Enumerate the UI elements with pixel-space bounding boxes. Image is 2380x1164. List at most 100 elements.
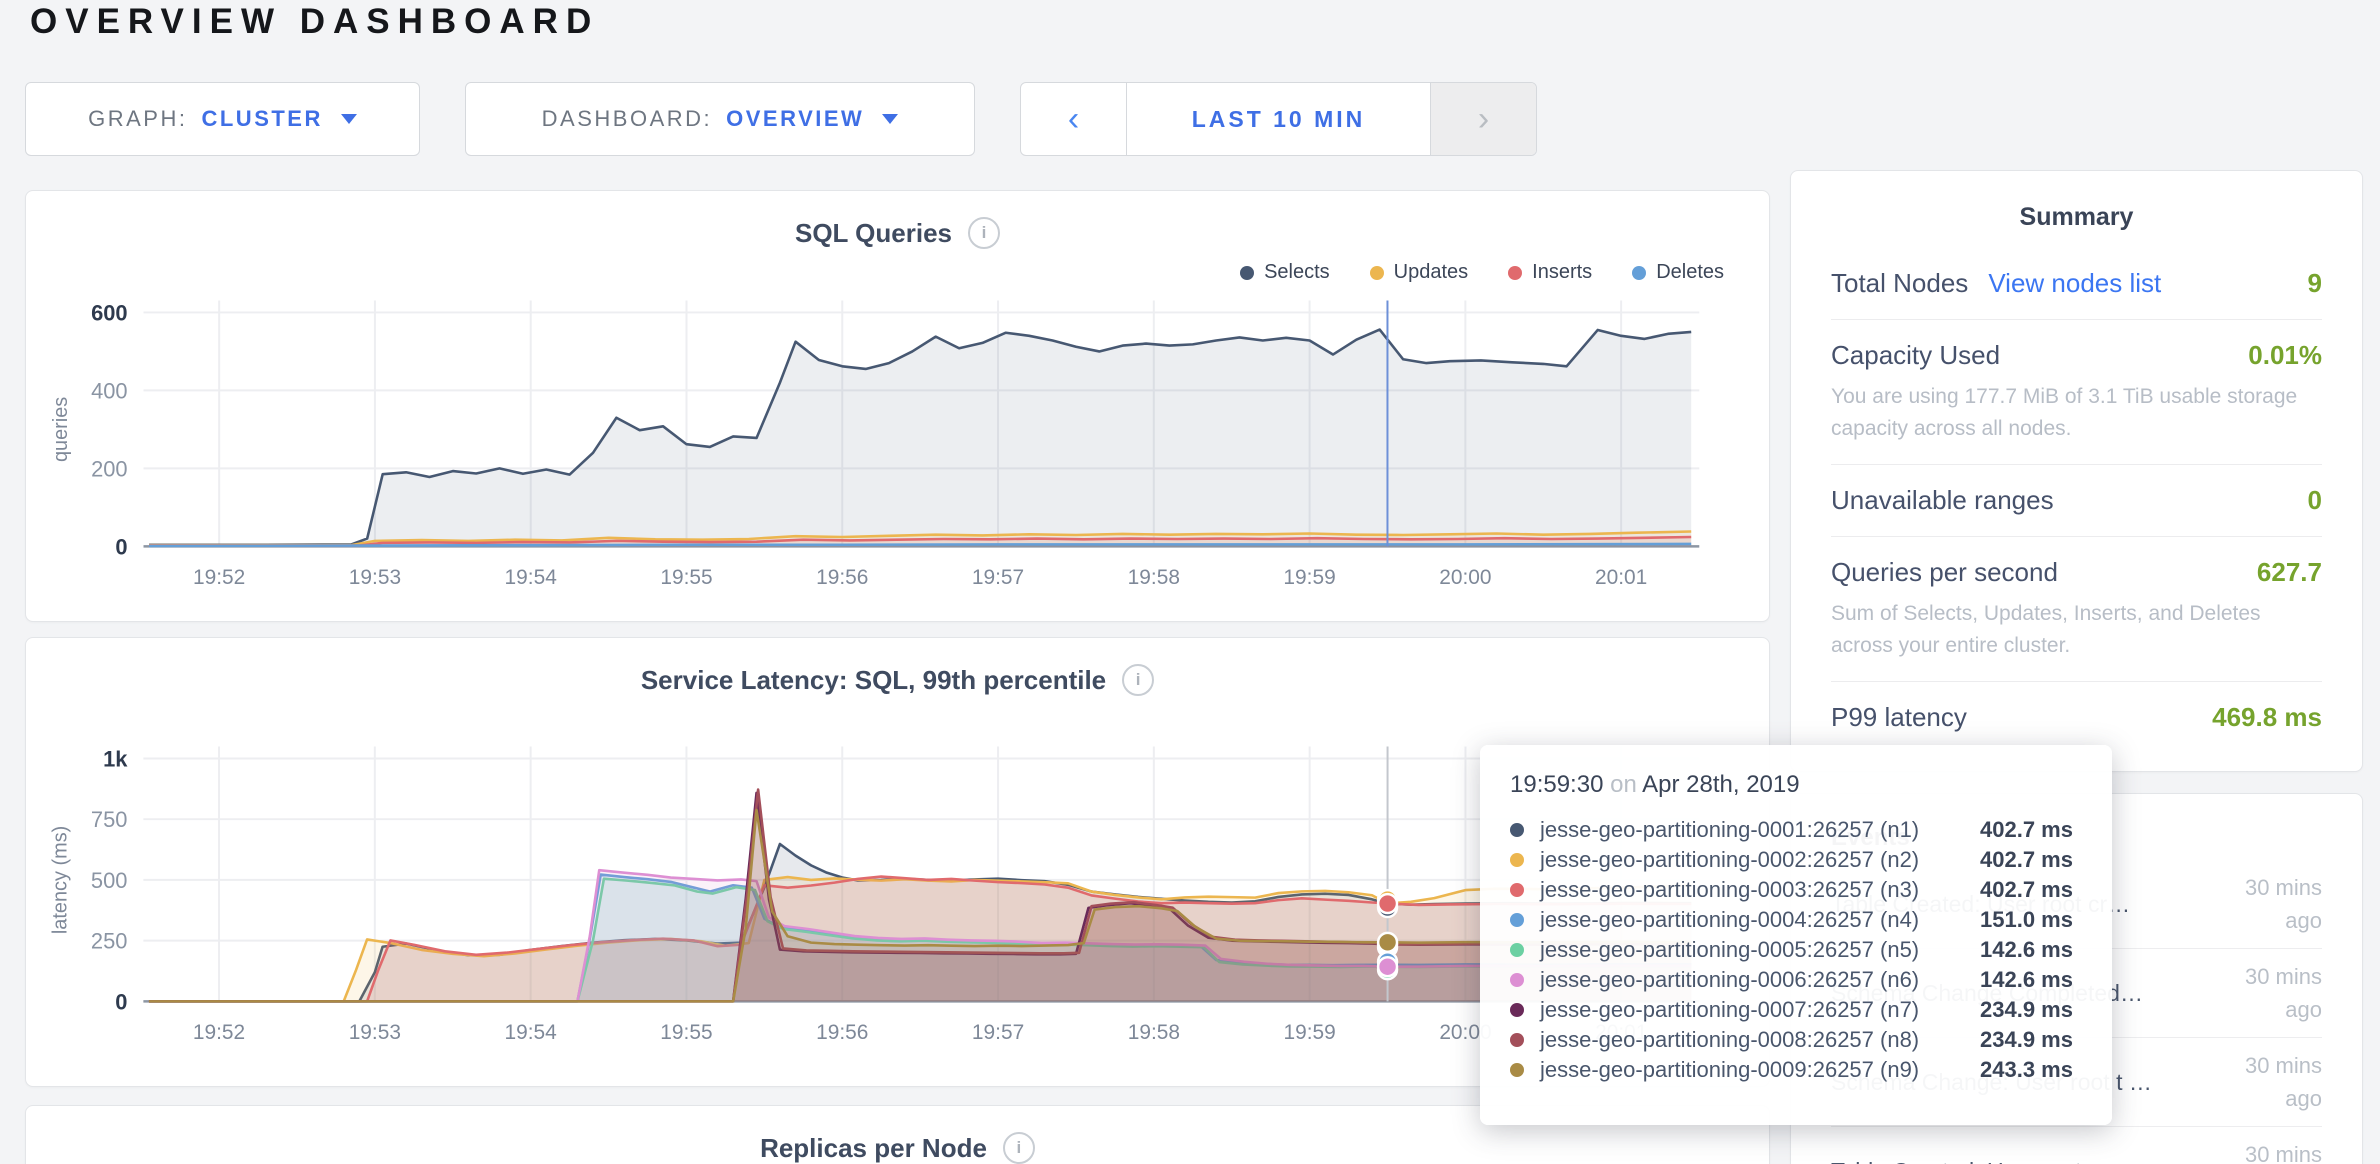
time-range-next-button[interactable]: › <box>1430 83 1536 155</box>
tooltip-time: 19:59:30 <box>1510 771 1603 798</box>
tooltip-node-name: jesse-geo-partitioning-0004:26257 (n4) <box>1540 907 1980 933</box>
time-range-selector: ‹ LAST 10 MIN › <box>1020 82 1537 156</box>
series-dot-icon <box>1510 973 1524 987</box>
qps-label: Queries per second <box>1831 557 2058 588</box>
graph-dropdown[interactable]: GRAPH: CLUSTER <box>25 82 420 156</box>
svg-text:19:57: 19:57 <box>972 1021 1024 1044</box>
svg-text:19:59: 19:59 <box>1283 566 1335 589</box>
tooltip-node-value: 142.6 ms <box>1980 967 2073 993</box>
series-dot-icon <box>1510 883 1524 897</box>
unavailable-ranges-label: Unavailable ranges <box>1831 485 2054 516</box>
info-icon[interactable]: i <box>1003 1132 1035 1164</box>
tooltip-row: jesse-geo-partitioning-0002:26257 (n2)40… <box>1510 845 2082 875</box>
svg-text:20:01: 20:01 <box>1595 566 1647 589</box>
sql-queries-card: SQL Queries i Selects Updates Inserts De… <box>25 190 1770 622</box>
svg-text:19:52: 19:52 <box>193 566 245 589</box>
svg-text:750: 750 <box>91 807 128 832</box>
p99-latency-value: 469.8 ms <box>2212 702 2322 733</box>
tooltip-node-name: jesse-geo-partitioning-0002:26257 (n2) <box>1540 847 1980 873</box>
tooltip-node-value: 234.9 ms <box>1980 1027 2073 1053</box>
svg-text:19:53: 19:53 <box>349 1021 401 1044</box>
tooltip-on: on <box>1610 771 1642 798</box>
tooltip-node-value: 243.3 ms <box>1980 1057 2073 1083</box>
tooltip-node-value: 151.0 ms <box>1980 907 2073 933</box>
chevron-down-icon <box>882 114 898 124</box>
svg-text:19:56: 19:56 <box>816 566 868 589</box>
capacity-label: Capacity Used <box>1831 340 2000 371</box>
svg-text:19:53: 19:53 <box>349 566 401 589</box>
qps-value: 627.7 <box>2257 557 2322 588</box>
svg-text:queries: queries <box>50 397 72 462</box>
svg-text:19:54: 19:54 <box>504 1021 556 1044</box>
graph-dropdown-label: GRAPH: <box>88 106 187 132</box>
svg-text:1k: 1k <box>103 746 128 771</box>
svg-text:19:58: 19:58 <box>1128 1021 1180 1044</box>
tooltip-node-name: jesse-geo-partitioning-0009:26257 (n9) <box>1540 1057 1980 1083</box>
time-range-value[interactable]: LAST 10 MIN <box>1127 83 1430 155</box>
tooltip-node-name: jesse-geo-partitioning-0005:26257 (n5) <box>1540 937 1980 963</box>
tooltip-node-value: 402.7 ms <box>1980 847 2073 873</box>
tooltip-row: jesse-geo-partitioning-0009:26257 (n9)24… <box>1510 1055 2082 1085</box>
event-text: Table Created: User root cr… <box>1831 1158 2204 1164</box>
page-title: OVERVIEW DASHBOARD <box>30 2 599 42</box>
tooltip-node-value: 402.7 ms <box>1980 817 2073 843</box>
tooltip-node-value: 234.9 ms <box>1980 997 2073 1023</box>
event-time: 30 mins ago <box>2204 960 2322 1026</box>
svg-text:400: 400 <box>91 378 128 403</box>
time-range-prev-button[interactable]: ‹ <box>1021 83 1127 155</box>
chart-tooltip: 19:59:30 on Apr 28th, 2019 jesse-geo-par… <box>1480 745 2112 1125</box>
series-dot-icon <box>1510 853 1524 867</box>
tooltip-node-name: jesse-geo-partitioning-0003:26257 (n3) <box>1540 877 1980 903</box>
dashboard-dropdown-value: OVERVIEW <box>726 106 864 132</box>
tooltip-header: 19:59:30 on Apr 28th, 2019 <box>1510 771 2082 799</box>
tooltip-node-name: jesse-geo-partitioning-0001:26257 (n1) <box>1540 817 1980 843</box>
series-dot-icon <box>1510 1033 1524 1047</box>
summary-row-qps: Queries per second 627.7 Sum of Selects,… <box>1831 536 2322 681</box>
event-time: 30 mins ago <box>2204 871 2322 937</box>
svg-text:19:52: 19:52 <box>193 1021 245 1044</box>
view-nodes-list-link[interactable]: View nodes list <box>1988 268 2161 299</box>
series-dot-icon <box>1510 943 1524 957</box>
event-time: 30 mins ago <box>2204 1138 2322 1164</box>
p99-latency-label: P99 latency <box>1831 702 1967 733</box>
summary-row-capacity: Capacity Used 0.01% You are using 177.7 … <box>1831 319 2322 464</box>
series-dot-icon <box>1510 823 1524 837</box>
tooltip-node-name: jesse-geo-partitioning-0008:26257 (n8) <box>1540 1027 1980 1053</box>
tooltip-row: jesse-geo-partitioning-0003:26257 (n3)40… <box>1510 875 2082 905</box>
svg-text:20:00: 20:00 <box>1439 566 1491 589</box>
svg-text:19:56: 19:56 <box>816 1021 868 1044</box>
svg-text:19:55: 19:55 <box>660 566 712 589</box>
chevron-down-icon <box>341 114 357 124</box>
svg-text:19:55: 19:55 <box>660 1021 712 1044</box>
tooltip-date: Apr 28th, 2019 <box>1642 771 1799 798</box>
summary-row-unavailable: Unavailable ranges 0 <box>1831 464 2322 536</box>
tooltip-row: jesse-geo-partitioning-0001:26257 (n1)40… <box>1510 815 2082 845</box>
series-dot-icon <box>1510 1003 1524 1017</box>
svg-text:19:59: 19:59 <box>1284 1021 1336 1044</box>
event-time: 30 mins ago <box>2204 1049 2322 1115</box>
svg-text:250: 250 <box>91 929 128 954</box>
overview-dashboard-page: OVERVIEW DASHBOARD GRAPH: CLUSTER DASHBO… <box>0 0 2380 1164</box>
tooltip-row: jesse-geo-partitioning-0008:26257 (n8)23… <box>1510 1025 2082 1055</box>
series-dot-icon <box>1510 913 1524 927</box>
sql-queries-chart[interactable]: 19:5219:5319:5419:5519:5619:5719:5819:59… <box>26 191 1769 621</box>
tooltip-node-name: jesse-geo-partitioning-0007:26257 (n7) <box>1540 997 1980 1023</box>
svg-text:19:58: 19:58 <box>1128 566 1180 589</box>
summary-row-total-nodes: Total Nodes View nodes list 9 <box>1831 248 2322 319</box>
svg-text:19:57: 19:57 <box>972 566 1024 589</box>
tooltip-row: jesse-geo-partitioning-0004:26257 (n4)15… <box>1510 905 2082 935</box>
total-nodes-label: Total Nodes <box>1831 268 1968 299</box>
total-nodes-value: 9 <box>2308 268 2322 299</box>
tooltip-row: jesse-geo-partitioning-0006:26257 (n6)14… <box>1510 965 2082 995</box>
summary-panel: Summary Total Nodes View nodes list 9 Ca… <box>1790 170 2363 772</box>
unavailable-ranges-value: 0 <box>2308 485 2322 516</box>
svg-text:latency (ms): latency (ms) <box>50 826 72 934</box>
summary-title: Summary <box>1831 203 2322 232</box>
graph-dropdown-value: CLUSTER <box>201 106 322 132</box>
tooltip-node-value: 142.6 ms <box>1980 937 2073 963</box>
capacity-value: 0.01% <box>2248 340 2322 371</box>
tooltip-row: jesse-geo-partitioning-0005:26257 (n5)14… <box>1510 935 2082 965</box>
svg-text:600: 600 <box>91 300 128 325</box>
svg-text:0: 0 <box>115 989 127 1014</box>
dashboard-dropdown[interactable]: DASHBOARD: OVERVIEW <box>465 82 975 156</box>
